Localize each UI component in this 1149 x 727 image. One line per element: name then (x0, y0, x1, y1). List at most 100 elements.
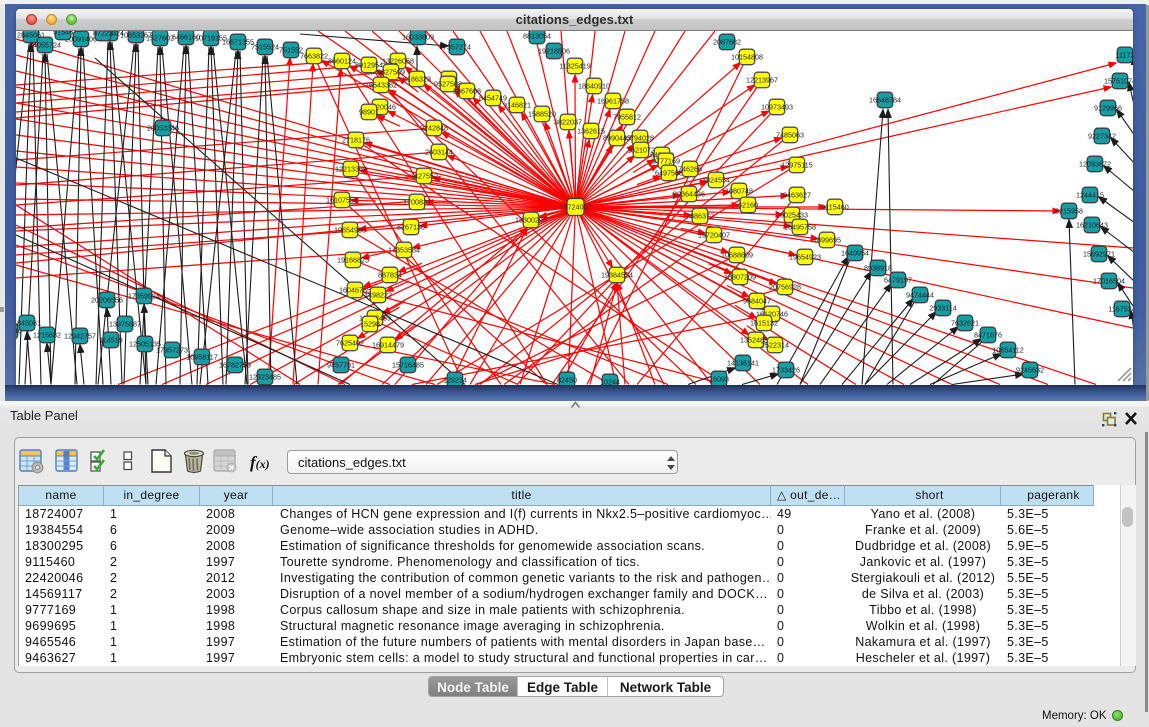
svg-text:1080748: 1080748 (725, 186, 753, 195)
svg-text:1845061: 1845061 (16, 318, 41, 327)
svg-text:7663822: 7663822 (300, 51, 328, 60)
svg-text:7955812: 7955812 (613, 112, 641, 121)
svg-text:9684047: 9684047 (743, 296, 771, 305)
svg-text:19654923: 19654923 (789, 252, 821, 261)
svg-text:16543382: 16543382 (365, 80, 397, 89)
svg-text:19166825: 19166825 (337, 255, 369, 264)
svg-text:9474444: 9474444 (906, 290, 934, 299)
svg-text:7515524: 7515524 (251, 42, 279, 51)
svg-text:17016504: 17016504 (1093, 276, 1125, 285)
svg-text:9457791: 9457791 (327, 360, 355, 369)
svg-text:7625402: 7625402 (336, 338, 364, 347)
svg-text:16648784: 16648784 (869, 95, 901, 104)
svg-text:16914479: 16914479 (372, 340, 404, 349)
svg-text:1527602: 1527602 (146, 33, 174, 42)
svg-text:9115460: 9115460 (821, 202, 848, 211)
svg-text:1700832: 1700832 (403, 197, 431, 206)
svg-text:7886372: 7886372 (686, 211, 714, 220)
svg-text:6479197: 6479197 (884, 275, 912, 284)
svg-text:15720407: 15720407 (698, 230, 730, 239)
svg-text:16961758: 16961758 (597, 96, 629, 105)
svg-text:11172: 11172 (1116, 50, 1133, 59)
svg-text:10025433: 10025433 (776, 210, 808, 219)
svg-text:1244415: 1244415 (1076, 190, 1104, 199)
svg-text:6794028: 6794028 (626, 133, 654, 142)
svg-text:8813054: 8813054 (523, 31, 551, 40)
svg-text:1640954: 1640954 (841, 248, 869, 257)
svg-text:20756928: 20756928 (769, 282, 801, 291)
svg-text:10154808: 10154808 (731, 52, 763, 61)
svg-text:8427552: 8427552 (410, 171, 438, 180)
svg-text:12975115: 12975115 (781, 160, 812, 169)
svg-text:14136141: 14136141 (727, 358, 759, 367)
svg-text:f(x): f(x) (250, 453, 270, 472)
svg-text:12093872: 12093872 (1079, 159, 1111, 168)
svg-text:1498222: 1498222 (364, 290, 392, 299)
svg-text:20053346: 20053346 (147, 123, 179, 132)
svg-text:16495758: 16495758 (784, 222, 816, 231)
svg-text:7632621: 7632621 (951, 318, 979, 327)
svg-text:9463627: 9463627 (783, 190, 811, 199)
svg-text:11325419: 11325419 (559, 61, 590, 70)
svg-text:98901: 98901 (359, 107, 379, 116)
svg-text:14055724: 14055724 (29, 40, 61, 49)
svg-text:16093: 16093 (709, 374, 729, 383)
svg-text:9227342: 9227342 (1088, 131, 1116, 140)
svg-text:9827509: 9827509 (377, 67, 405, 76)
svg-text:15751074: 15751074 (1104, 76, 1133, 85)
svg-text:16033809: 16033809 (402, 32, 434, 41)
svg-text:20364436: 20364436 (673, 189, 705, 198)
svg-text:2603144: 2603144 (425, 147, 453, 156)
svg-text:19218506: 19218506 (538, 46, 570, 55)
svg-text:18807209: 18807209 (724, 272, 756, 281)
svg-text:2867608: 2867608 (453, 86, 481, 95)
svg-text:8186323: 8186323 (403, 74, 431, 83)
svg-text:12213967: 12213967 (746, 75, 778, 84)
svg-text:16782759: 16782759 (219, 360, 251, 369)
svg-text:14353584: 14353584 (388, 245, 420, 254)
svg-text:62160: 62160 (738, 200, 758, 209)
svg-text:10244: 10244 (600, 377, 620, 385)
svg-text:82450: 82450 (557, 375, 577, 384)
svg-text:16671355: 16671355 (222, 37, 254, 46)
svg-text:12213369: 12213369 (335, 164, 367, 173)
svg-text:1615132: 1615132 (750, 318, 778, 327)
svg-text:2087682: 2087682 (713, 37, 741, 46)
svg-text:20206556: 20206556 (91, 295, 123, 304)
svg-text:746266: 746266 (678, 164, 702, 173)
svg-text:7357274: 7357274 (443, 42, 471, 51)
svg-text:9146821: 9146821 (503, 100, 531, 109)
svg-text:15692971: 15692971 (1083, 249, 1115, 258)
svg-text:17957273: 17957273 (156, 345, 188, 354)
svg-text:8660124: 8660124 (328, 56, 356, 65)
svg-text:18300295: 18300295 (515, 215, 547, 224)
svg-text:19654985: 19654985 (334, 225, 366, 234)
svg-text:15298: 15298 (360, 319, 380, 328)
svg-text:18724007: 18724007 (560, 202, 592, 211)
svg-text:3824554: 3824554 (702, 175, 730, 184)
svg-text:8471676: 8471676 (974, 330, 1002, 339)
svg-text:9245632: 9245632 (1016, 365, 1044, 374)
svg-text:16210643: 16210643 (1076, 220, 1108, 229)
svg-text:13975887: 13975887 (109, 319, 141, 328)
svg-text:129234: 129234 (443, 375, 467, 384)
svg-text:9777169: 9777169 (652, 156, 680, 165)
svg-text:12923485: 12923485 (249, 372, 281, 381)
svg-text:8215958: 8215958 (1055, 206, 1083, 215)
svg-text:18640910: 18640910 (578, 81, 610, 90)
svg-text:10958117: 10958117 (186, 352, 217, 361)
svg-text:1733426: 1733426 (772, 365, 800, 374)
svg-text:1588520: 1588520 (528, 109, 556, 118)
svg-text:9242848: 9242848 (420, 123, 448, 132)
svg-text:8267130: 8267130 (397, 222, 425, 231)
svg-text:7485063: 7485063 (776, 130, 804, 139)
svg-text:887834: 887834 (378, 270, 402, 279)
svg-text:2933114: 2933114 (929, 303, 956, 312)
svg-text:91546: 91546 (53, 31, 73, 36)
svg-text:8938918: 8938918 (864, 263, 892, 272)
svg-text:1167534: 1167534 (1108, 304, 1133, 313)
svg-text:10688609: 10688609 (721, 250, 753, 259)
svg-text:2522314: 2522314 (761, 340, 789, 349)
svg-text:15716485: 15716485 (392, 360, 424, 369)
svg-text:12942757: 12942757 (64, 331, 96, 340)
